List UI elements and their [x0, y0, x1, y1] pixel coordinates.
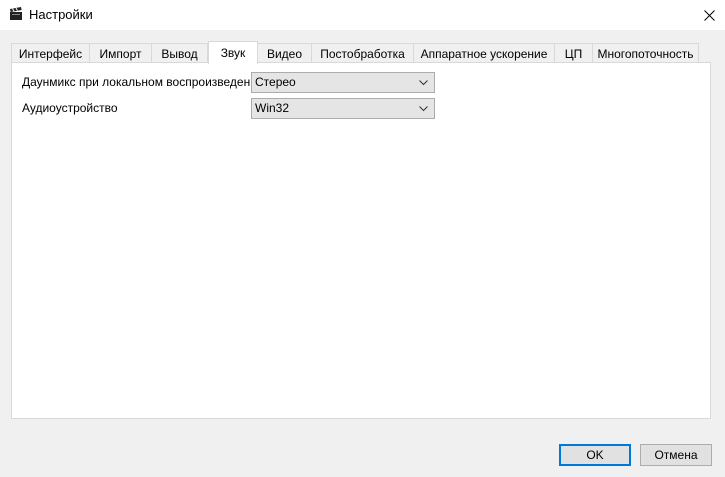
clapperboard-icon: [10, 7, 22, 20]
close-icon: [703, 9, 715, 21]
window-title: Настройки: [29, 7, 93, 22]
tab-output[interactable]: Вывод: [152, 43, 208, 63]
tab-bar: Интерфейс Импорт Вывод Звук Видео Постоб…: [11, 41, 699, 64]
cancel-button[interactable]: Отмена: [640, 444, 712, 466]
audio-device-select[interactable]: Win32: [251, 98, 435, 119]
tab-cpu[interactable]: ЦП: [555, 43, 593, 63]
tab-hardware-acceleration[interactable]: Аппаратное ускорение: [414, 43, 555, 63]
settings-dialog: Настройки Интерфейс Импорт Вывод Звук Ви…: [0, 0, 725, 477]
chevron-down-icon: [419, 80, 428, 86]
downmix-select[interactable]: Стерео: [251, 72, 435, 93]
chevron-down-icon: [419, 106, 428, 112]
tab-video[interactable]: Видео: [258, 43, 312, 63]
tab-interface[interactable]: Интерфейс: [11, 43, 90, 63]
downmix-label: Даунмикс при локальном воспроизведении:: [22, 75, 267, 89]
audio-device-select-value: Win32: [255, 101, 290, 115]
close-button[interactable]: [693, 0, 725, 30]
tab-sound[interactable]: Звук: [208, 41, 258, 64]
downmix-select-value: Стерео: [255, 75, 296, 89]
title-bar: Настройки: [0, 0, 725, 30]
sound-settings-panel: Даунмикс при локальном воспроизведении: …: [11, 62, 711, 419]
ok-button[interactable]: OK: [559, 444, 631, 466]
audio-device-label: Аудиоустройство: [22, 101, 118, 115]
tab-postprocessing[interactable]: Постобработка: [312, 43, 414, 63]
tab-import[interactable]: Импорт: [90, 43, 152, 63]
tab-multithreading[interactable]: Многопоточность: [593, 43, 699, 63]
